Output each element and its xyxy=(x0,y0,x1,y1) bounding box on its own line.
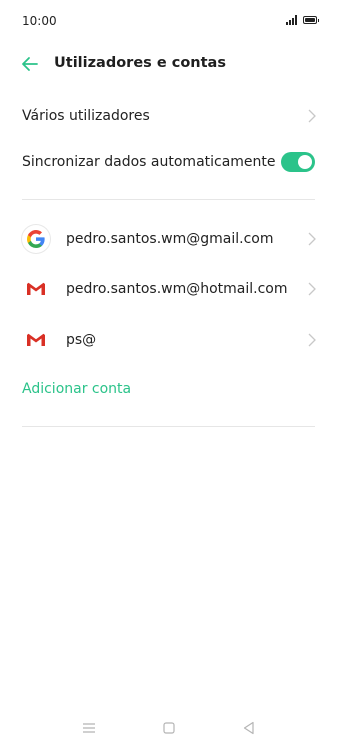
status-icons xyxy=(286,15,319,25)
status-time: 10:00 xyxy=(22,14,57,28)
account-label: ps@ xyxy=(66,332,97,348)
google-icon xyxy=(22,225,50,253)
status-bar: 10:00 xyxy=(0,0,337,44)
battery-icon xyxy=(303,16,319,24)
divider xyxy=(22,199,315,200)
account-label: pedro.santos.wm@gmail.com xyxy=(66,231,274,247)
chevron-right-icon xyxy=(308,109,316,123)
account-label: pedro.santos.wm@hotmail.com xyxy=(66,281,288,297)
back-arrow-icon[interactable] xyxy=(18,52,42,76)
account-row-hotmail[interactable]: pedro.santos.wm@hotmail.com xyxy=(0,266,337,312)
header: Utilizadores e contas xyxy=(0,44,337,86)
gmail-icon xyxy=(22,275,50,303)
navigation-bar xyxy=(0,706,337,750)
chevron-right-icon xyxy=(308,333,316,347)
auto-sync-row: Sincronizar dados automaticamente xyxy=(0,139,337,185)
home-icon[interactable] xyxy=(161,720,177,736)
gmail-icon xyxy=(22,326,50,354)
auto-sync-toggle[interactable] xyxy=(281,152,315,172)
account-row-google[interactable]: pedro.santos.wm@gmail.com xyxy=(0,216,337,262)
chevron-right-icon xyxy=(308,232,316,246)
multiple-users-row[interactable]: Vários utilizadores xyxy=(0,93,337,139)
chevron-right-icon xyxy=(308,282,316,296)
toggle-knob xyxy=(298,155,312,169)
divider xyxy=(22,426,315,427)
account-row-ps[interactable]: ps@ xyxy=(0,317,337,363)
multiple-users-label: Vários utilizadores xyxy=(22,108,150,124)
back-icon[interactable] xyxy=(241,720,257,736)
signal-icon xyxy=(286,15,297,25)
page-title: Utilizadores e contas xyxy=(54,55,226,71)
auto-sync-label: Sincronizar dados automaticamente xyxy=(22,154,276,170)
add-account-button[interactable]: Adicionar conta xyxy=(22,381,131,397)
menu-icon[interactable] xyxy=(81,720,97,736)
